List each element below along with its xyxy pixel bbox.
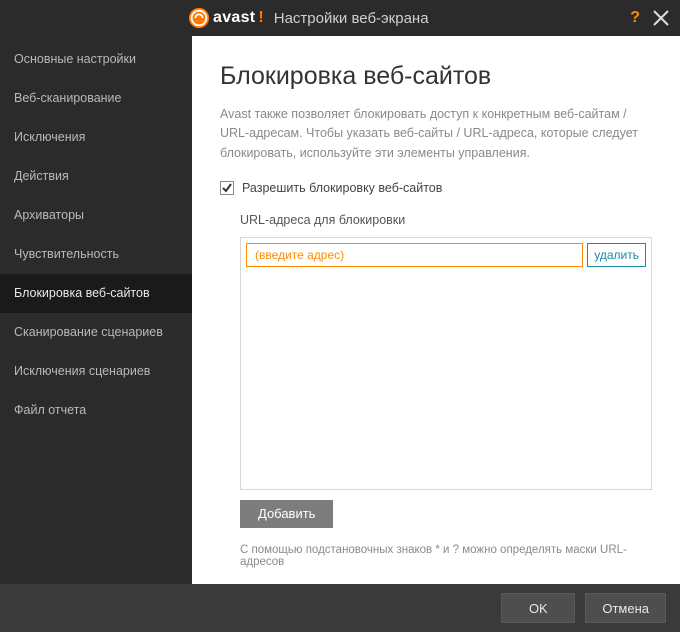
wildcard-note: С помощью подстановочных знаков * и ? мо… xyxy=(240,544,652,568)
page-title: Блокировка веб-сайтов xyxy=(220,62,652,91)
url-list-label: URL-адреса для блокировки xyxy=(240,213,652,227)
sidebar-item-general[interactable]: Основные настройки xyxy=(0,40,192,79)
sidebar-item-label: Файл отчета xyxy=(14,403,86,417)
body: Основные настройки Веб-сканирование Искл… xyxy=(0,36,680,584)
brand-text: avast xyxy=(213,9,255,27)
sidebar-item-label: Сканирование сценариев xyxy=(14,325,163,339)
sidebar-item-label: Исключения xyxy=(14,130,85,144)
sidebar-item-exclusions[interactable]: Исключения xyxy=(0,118,192,157)
window-title: Настройки веб-экрана xyxy=(274,10,429,27)
url-input[interactable] xyxy=(246,243,583,267)
enable-blocking-row: Разрешить блокировку веб-сайтов xyxy=(220,181,652,195)
sidebar-item-label: Архиваторы xyxy=(14,208,84,222)
url-row: удалить xyxy=(246,243,646,267)
sidebar-item-label: Чувствительность xyxy=(14,247,119,261)
sidebar-item-archivers[interactable]: Архиваторы xyxy=(0,196,192,235)
sidebar: Основные настройки Веб-сканирование Искл… xyxy=(0,36,192,584)
sidebar-item-label: Веб-сканирование xyxy=(14,91,122,105)
sidebar-item-script-exclusions[interactable]: Исключения сценариев xyxy=(0,352,192,391)
sidebar-item-report-file[interactable]: Файл отчета xyxy=(0,391,192,430)
add-button[interactable]: Добавить xyxy=(240,500,333,528)
delete-button[interactable]: удалить xyxy=(587,243,646,267)
url-list-box: удалить xyxy=(240,237,652,490)
ok-button[interactable]: OK xyxy=(501,593,575,623)
titlebar: avast! Настройки веб-экрана ? xyxy=(0,0,680,36)
sidebar-item-label: Блокировка веб-сайтов xyxy=(14,286,150,300)
enable-blocking-label: Разрешить блокировку веб-сайтов xyxy=(242,181,442,195)
enable-blocking-checkbox[interactable] xyxy=(220,181,234,195)
sidebar-item-site-blocking[interactable]: Блокировка веб-сайтов xyxy=(0,274,192,313)
page-description: Avast также позволяет блокировать доступ… xyxy=(220,105,652,163)
sidebar-item-label: Исключения сценариев xyxy=(14,364,150,378)
cancel-button[interactable]: Отмена xyxy=(585,593,666,623)
brand-exclaim: ! xyxy=(258,9,263,27)
app-logo: avast! xyxy=(188,7,264,29)
close-icon[interactable] xyxy=(652,9,670,27)
help-icon[interactable]: ? xyxy=(630,9,640,27)
sidebar-item-script-scan[interactable]: Сканирование сценариев xyxy=(0,313,192,352)
footer: OK Отмена xyxy=(0,584,680,632)
sidebar-item-sensitivity[interactable]: Чувствительность xyxy=(0,235,192,274)
sidebar-item-actions[interactable]: Действия xyxy=(0,157,192,196)
sidebar-item-label: Действия xyxy=(14,169,69,183)
settings-window: avast! Настройки веб-экрана ? Основные н… xyxy=(0,0,680,632)
sidebar-item-label: Основные настройки xyxy=(14,52,136,66)
sidebar-item-web-scan[interactable]: Веб-сканирование xyxy=(0,79,192,118)
checkmark-icon xyxy=(221,182,233,194)
main-panel: Блокировка веб-сайтов Avast также позвол… xyxy=(192,36,680,584)
avast-logo-icon xyxy=(188,7,210,29)
